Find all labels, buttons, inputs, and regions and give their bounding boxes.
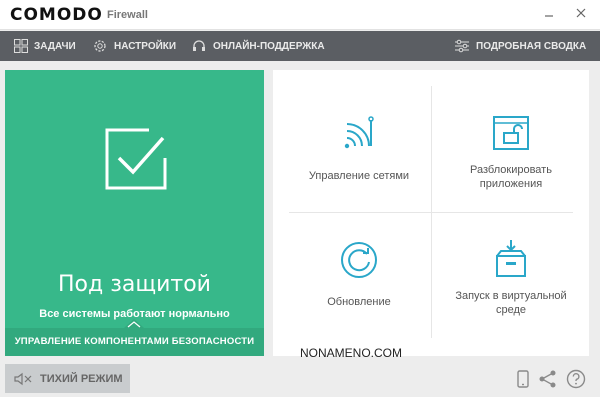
tasks-label: ЗАДАЧИ xyxy=(34,40,76,52)
app-logo: COMODO xyxy=(10,5,103,25)
sandbox-box-icon xyxy=(496,240,526,277)
wifi-network-icon xyxy=(344,116,374,149)
status-panel: Под защитой Все системы работают нормаль… xyxy=(5,70,264,356)
protected-checkmark-icon xyxy=(105,128,167,190)
manage-security-components-button[interactable]: УПРАВЛЕНИЕ КОМПОНЕНТАМИ БЕЗОПАСНОСТИ xyxy=(5,319,264,356)
watermark-text: NONAMENO.COM xyxy=(300,346,402,360)
support-button[interactable]: ОНЛАЙН-ПОДДЕРЖКА xyxy=(191,31,325,61)
minimize-button[interactable] xyxy=(538,4,560,22)
product-name: Firewall xyxy=(107,9,148,21)
summary-button[interactable]: ПОДРОБНАЯ СВОДКА xyxy=(454,31,586,61)
tile-virtual-run[interactable]: Запуск в виртуальной среде xyxy=(439,240,583,368)
tile-unblock-apps[interactable]: Разблокировать приложения xyxy=(439,114,583,242)
main-toolbar: ЗАДАЧИ НАСТРОЙКИ ОНЛАЙН-ПОДДЕРЖКА ПОДРОБ… xyxy=(0,31,600,61)
share-icon[interactable] xyxy=(538,369,558,389)
mobile-phone-icon[interactable] xyxy=(513,369,533,389)
settings-button[interactable]: НАСТРОЙКИ xyxy=(92,31,176,61)
speaker-mute-icon xyxy=(14,372,32,385)
support-label: ОНЛАЙН-ПОДДЕРЖКА xyxy=(213,40,325,52)
summary-label: ПОДРОБНАЯ СВОДКА xyxy=(476,40,587,52)
tile-network-management[interactable]: Управление сетями xyxy=(287,114,431,242)
gear-icon xyxy=(94,40,106,52)
quiet-mode-label: ТИХИЙ РЕЖИМ xyxy=(40,372,123,385)
help-icon[interactable] xyxy=(566,369,586,389)
tasks-button[interactable]: ЗАДАЧИ xyxy=(14,31,76,61)
headset-icon xyxy=(193,40,205,51)
tile-update-label: Обновление xyxy=(327,296,391,308)
close-icon xyxy=(576,8,586,18)
quiet-mode-button[interactable]: ТИХИЙ РЕЖИМ xyxy=(5,364,130,393)
tasks-tiles-panel: Управление сетями Разблокировать приложе… xyxy=(273,70,589,356)
refresh-icon xyxy=(341,242,377,278)
tasks-grid-icon xyxy=(14,39,28,53)
title-bar: COMODO Firewall xyxy=(0,0,600,30)
manage-security-label: УПРАВЛЕНИЕ КОМПОНЕНТАМИ БЕЗОПАСНОСТИ xyxy=(14,336,255,347)
tile-virtual-label: Запуск в виртуальной среде xyxy=(455,290,567,316)
minimize-icon xyxy=(545,15,553,17)
close-button[interactable] xyxy=(570,4,592,22)
tile-unblock-label: Разблокировать приложения xyxy=(470,164,552,190)
unlock-window-icon xyxy=(493,116,529,150)
tile-network-label: Управление сетями xyxy=(308,170,410,182)
chevron-up-icon xyxy=(124,319,144,328)
status-title: Под защитой xyxy=(58,272,211,297)
settings-label: НАСТРОЙКИ xyxy=(114,40,177,52)
sliders-icon xyxy=(455,39,469,53)
